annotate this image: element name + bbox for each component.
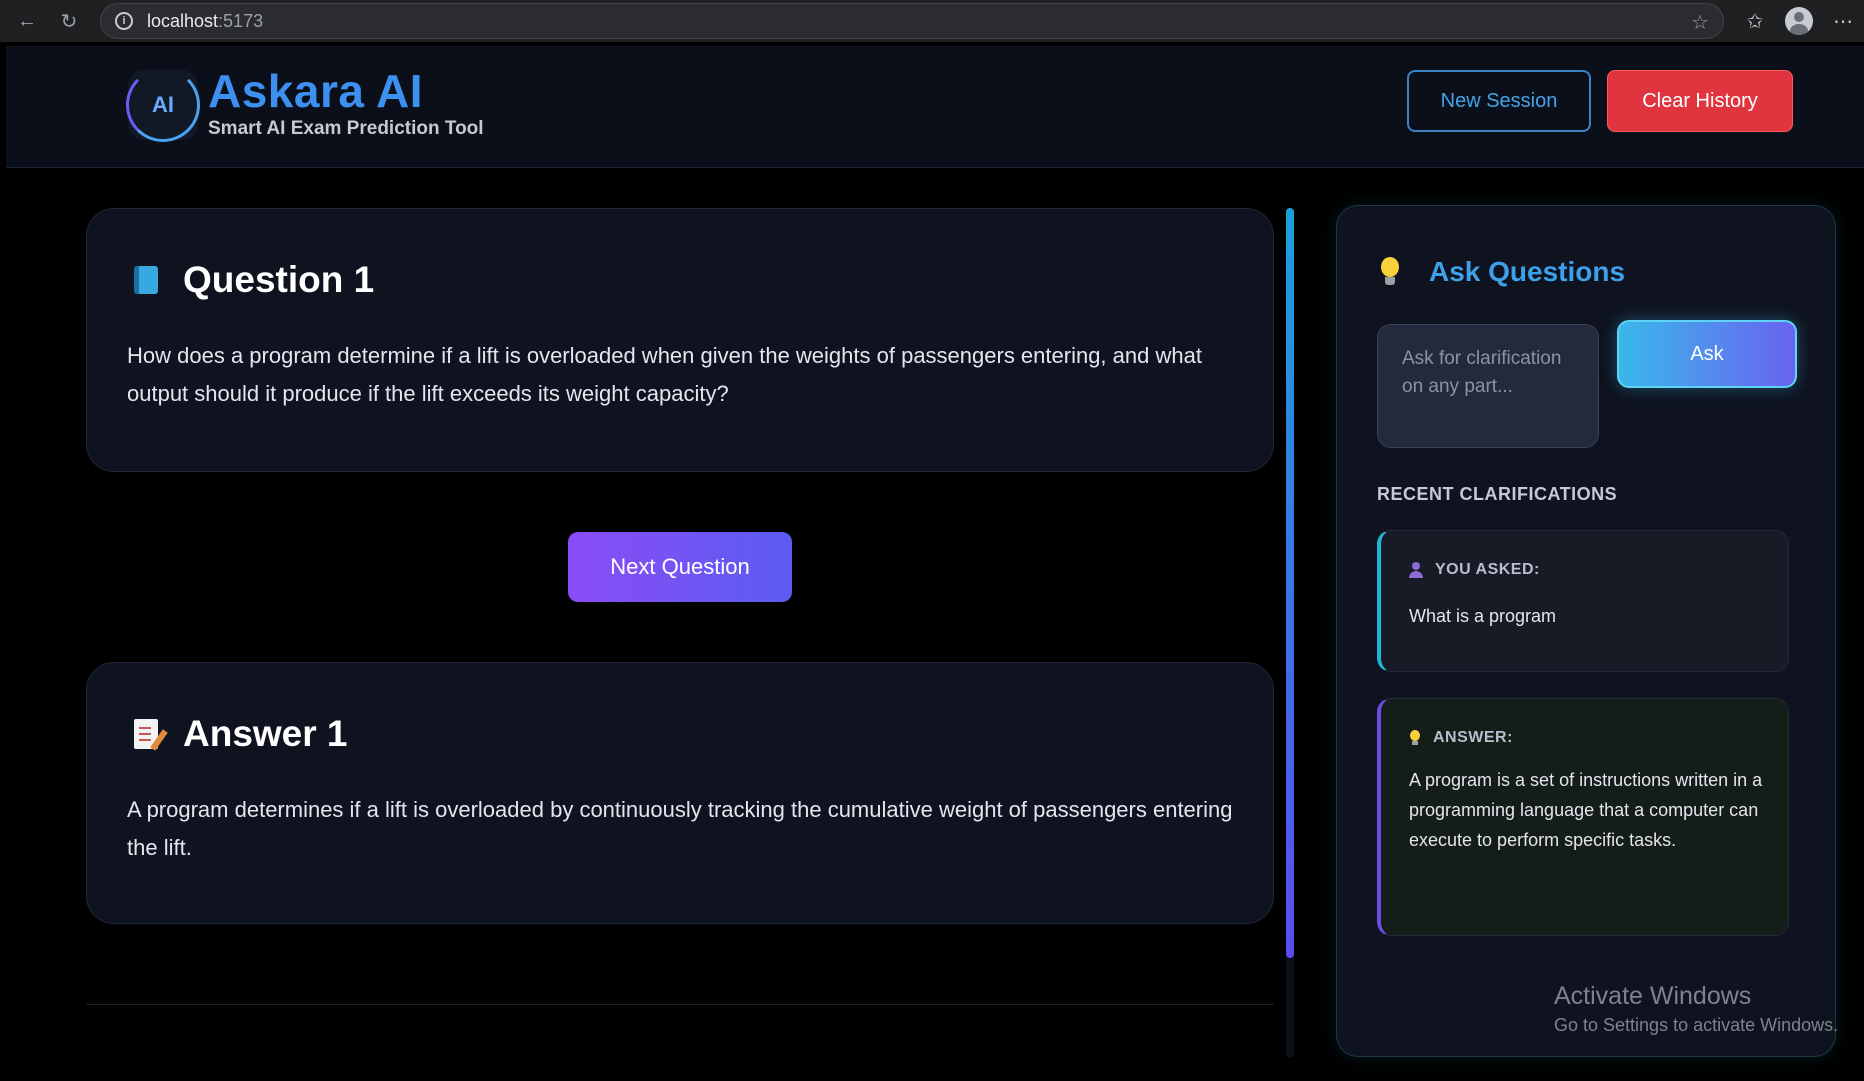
lightbulb-icon [1379, 257, 1401, 287]
url-text: localhost:5173 [147, 11, 263, 32]
memo-icon [131, 719, 161, 749]
watermark-line1: Activate Windows [1554, 982, 1752, 1010]
answer-header: Answer 1 [131, 713, 348, 755]
app-title: Askara AI [208, 65, 424, 117]
answer-label-text: ANSWER: [1433, 729, 1513, 746]
answer-text: A program determines if a lift is overlo… [127, 797, 1233, 860]
you-asked-label: YOU ASKED: [1409, 561, 1540, 579]
next-question-button[interactable]: Next Question [568, 532, 792, 602]
reload-icon[interactable]: ↻ [54, 6, 84, 36]
clarification-input[interactable] [1377, 324, 1599, 448]
url-port: :5173 [218, 10, 264, 31]
answer-label: ANSWER: [1409, 729, 1513, 747]
scrollbar-thumb[interactable] [1286, 208, 1294, 958]
ask-button[interactable]: Ask [1617, 320, 1797, 388]
clarification-question-card: YOU ASKED: What is a program [1377, 530, 1789, 672]
question-header: Question 1 [131, 259, 374, 301]
book-icon [131, 265, 161, 295]
bookmark-star-icon[interactable]: ☆ [1691, 10, 1709, 35]
content-divider [86, 1004, 1274, 1005]
new-session-button[interactable]: New Session [1407, 70, 1591, 132]
logo-text: AI [152, 92, 174, 117]
site-info-icon[interactable]: i [115, 12, 133, 30]
answer-lightbulb-icon [1409, 730, 1421, 746]
answer-title: Answer 1 [183, 713, 348, 754]
more-menu-icon[interactable]: ⋯ [1828, 6, 1858, 36]
address-bar[interactable]: i localhost:5173 ☆ [100, 3, 1724, 39]
app-subtitle: Smart AI Exam Prediction Tool [208, 118, 484, 139]
activate-windows-watermark: Activate Windows Go to Settings to activ… [1554, 982, 1838, 1036]
question-card: Question 1 How does a program determine … [86, 208, 1274, 472]
watermark-line2: Go to Settings to activate Windows. [1554, 1015, 1839, 1035]
question-text: How does a program determine if a lift i… [127, 343, 1202, 406]
profile-button[interactable] [1784, 6, 1814, 36]
ask-questions-panel: Ask Questions Ask RECENT CLARIFICATIONS … [1336, 205, 1836, 1057]
clarification-answer-text: A program is a set of instructions writt… [1409, 770, 1763, 850]
profile-avatar-icon [1785, 7, 1813, 35]
url-host: localhost [147, 10, 219, 31]
ask-questions-title: Ask Questions [1429, 256, 1626, 287]
favorites-icon[interactable]: ✩ [1740, 6, 1770, 36]
logo: AI [126, 68, 200, 142]
you-asked-label-text: YOU ASKED: [1435, 561, 1540, 578]
back-icon[interactable]: ← [12, 6, 42, 36]
clarification-answer-card: ANSWER: A program is a set of instructio… [1377, 698, 1789, 936]
answer-card: Answer 1 A program determines if a lift … [86, 662, 1274, 924]
user-icon [1409, 562, 1423, 578]
you-asked-text: What is a program [1409, 606, 1557, 626]
question-title: Question 1 [183, 259, 375, 300]
clear-history-button[interactable]: Clear History [1607, 70, 1793, 132]
browser-toolbar: ← ↻ i localhost:5173 ☆ ✩ ⋯ [0, 0, 1864, 42]
ask-questions-header: Ask Questions [1379, 256, 1625, 288]
app-header: AI Askara AI Smart AI Exam Prediction To… [6, 46, 1864, 168]
recent-clarifications-heading: RECENT CLARIFICATIONS [1377, 484, 1618, 504]
